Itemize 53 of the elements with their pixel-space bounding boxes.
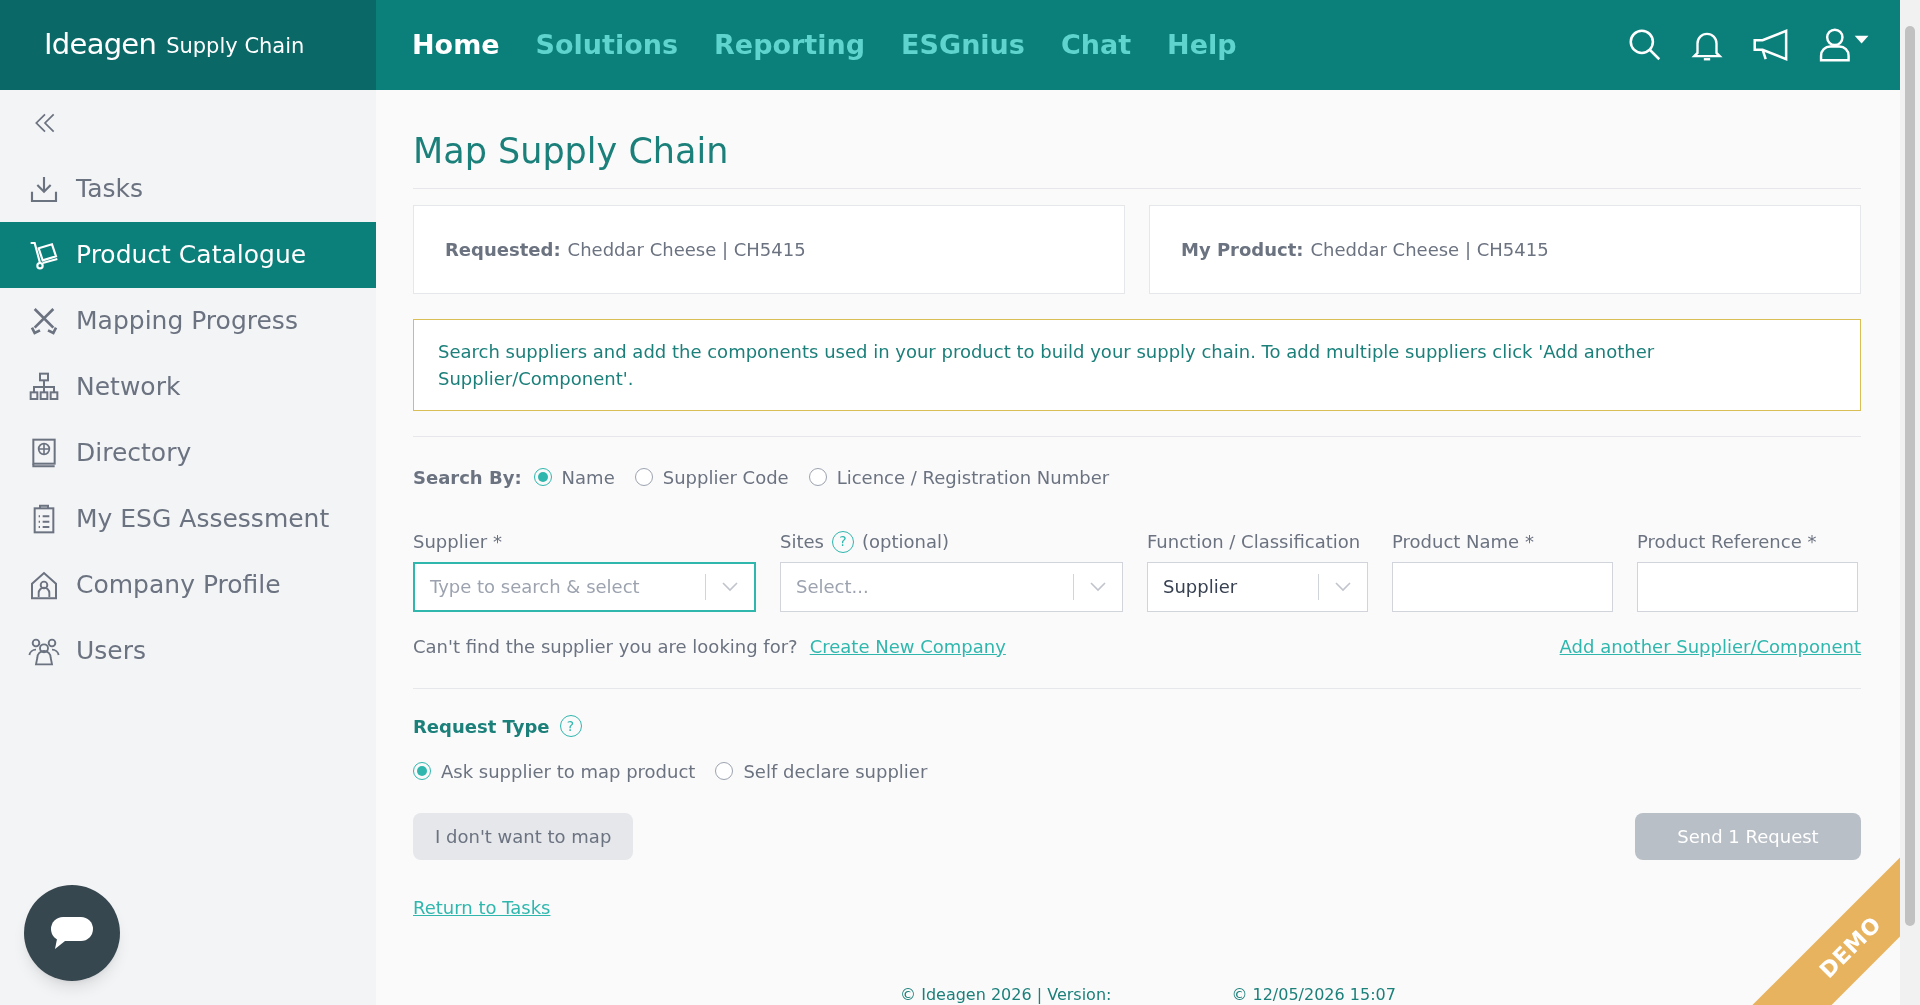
field-label: Product Reference * (1637, 530, 1817, 554)
nav-tab[interactable]: Help (1167, 24, 1237, 66)
radio-label: Supplier Code (662, 465, 789, 490)
search-by-label: Search By: (413, 465, 522, 490)
nav-tab[interactable]: Reporting (714, 24, 866, 66)
crossed-arrows-icon (28, 305, 60, 337)
nav-tab[interactable]: Solutions (535, 24, 679, 66)
footer-text: © Ideagen 2026 | Version: (900, 985, 1112, 1005)
field-label: Function / Classification (1147, 530, 1361, 554)
house-icon (28, 569, 60, 601)
info-message: Search suppliers and add the components used in your product to build your supply chain. To add multiple suppliers click 'Add another Supplier/Component'. (413, 318, 1861, 411)
trolley-icon (28, 239, 60, 271)
input-field[interactable] (1637, 561, 1858, 612)
radio-button[interactable] (634, 468, 653, 486)
user-menu-icon[interactable] (1818, 26, 1870, 64)
sidebar-item[interactable]: Tasks (0, 156, 376, 222)
product-card: Requested: Cheddar Cheese | CH5415 (413, 204, 1125, 294)
add-supplier-link[interactable]: Add another Supplier/Component (1559, 632, 1861, 660)
section-title: Request Type (413, 714, 550, 739)
helper-text: Can't find the supplier you are looking for? (413, 634, 798, 659)
field-label: Sites (780, 530, 824, 554)
product-card: My Product: Cheddar Cheese | CH5415 (1149, 204, 1861, 294)
select-field[interactable]: Supplier (1147, 561, 1368, 612)
radio-label: Licence / Registration Number (836, 465, 1110, 490)
scrollbar[interactable] (1900, 0, 1920, 1005)
nav-tab[interactable]: Chat (1060, 24, 1132, 66)
sidebar-item[interactable]: Network (0, 354, 376, 420)
sidebar-item[interactable]: Mapping Progress (0, 288, 376, 354)
radio-button[interactable] (715, 762, 734, 780)
sidebar-item[interactable]: Company Profile (0, 552, 376, 618)
sidebar-item[interactable]: Directory (0, 420, 376, 486)
logo: Ideagen Supply Chain (0, 0, 376, 90)
select-field[interactable]: Type to search & select (413, 561, 756, 612)
radio-label: Name (561, 465, 615, 490)
return-link[interactable]: Return to Tasks (413, 893, 551, 921)
optional-label: (optional) (861, 530, 949, 554)
input-field[interactable] (1392, 561, 1613, 612)
radio-label: Ask supplier to map product (441, 759, 696, 784)
sidebar-item[interactable]: Product Catalogue (0, 222, 376, 288)
create-company-link[interactable]: Create New Company (809, 632, 1006, 660)
hierarchy-icon (28, 371, 60, 403)
radio-label: Self declare supplier (743, 759, 928, 784)
footer-text: © 12/05/2026 15:07 (1231, 985, 1396, 1005)
page-title: Map Supply Chain (413, 90, 1861, 189)
sidebar-item[interactable]: Users (0, 618, 376, 684)
action-button[interactable]: I don't want to map (413, 812, 634, 860)
field-label: Product Name * (1392, 530, 1534, 554)
select-field[interactable]: Select... (780, 561, 1123, 612)
nav-tab[interactable]: Home (412, 24, 500, 66)
field-label: Supplier * (413, 530, 502, 554)
nav-tab[interactable]: ESGnius (901, 24, 1025, 66)
radio-button[interactable] (808, 468, 827, 486)
sidebar-item[interactable]: My ESG Assessment (0, 486, 376, 552)
